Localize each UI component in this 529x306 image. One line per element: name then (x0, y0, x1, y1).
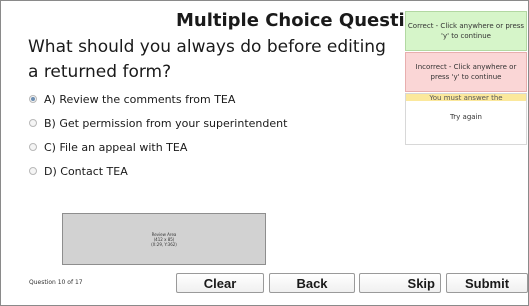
option-b[interactable]: B) Get permission from your superintende… (29, 111, 287, 135)
try-again-caption: You must answer the Try again (405, 93, 527, 145)
option-c-label: C) File an appeal with TEA (44, 140, 188, 154)
question-counter: Question 10 of 17 (29, 279, 83, 286)
quiz-slide: Multiple Choice Question What should you… (0, 0, 529, 306)
correct-feedback-caption: Correct - Click anywhere or press 'y' to… (405, 11, 527, 51)
skip-button[interactable]: Skip (359, 273, 441, 293)
correct-feedback-text: Correct - Click anywhere or press 'y' to… (407, 22, 525, 40)
option-d-label: D) Contact TEA (44, 164, 128, 178)
clear-button[interactable]: Clear (176, 273, 264, 293)
review-area-position: (X:29, Y:362) (151, 241, 177, 247)
radio-a-selected-icon[interactable] (29, 95, 37, 103)
option-c[interactable]: C) File an appeal with TEA (29, 135, 287, 159)
review-area: Review Area (412 x 85) (X:29, Y:362) (62, 213, 266, 265)
radio-c-icon[interactable] (29, 143, 37, 151)
radio-b-icon[interactable] (29, 119, 37, 127)
incorrect-feedback-caption: Incorrect - Click anywhere or press 'y' … (405, 52, 527, 92)
question-text: What should you always do before editing… (28, 37, 386, 82)
submit-button[interactable]: Submit (446, 273, 528, 293)
option-b-label: B) Get permission from your superintende… (44, 116, 288, 130)
incorrect-feedback-text: Incorrect - Click anywhere or press 'y' … (415, 63, 517, 81)
back-button[interactable]: Back (269, 273, 355, 293)
option-a[interactable]: A) Review the comments from TEA (29, 87, 287, 111)
try-again-text: Try again (450, 113, 482, 121)
radio-d-icon[interactable] (29, 167, 37, 175)
slide-title: Multiple Choice Question (176, 10, 430, 31)
answer-options: A) Review the comments from TEA B) Get p… (29, 87, 287, 183)
option-a-label: A) Review the comments from TEA (44, 92, 236, 106)
must-answer-strip: You must answer the (406, 94, 526, 101)
option-d[interactable]: D) Contact TEA (29, 159, 287, 183)
